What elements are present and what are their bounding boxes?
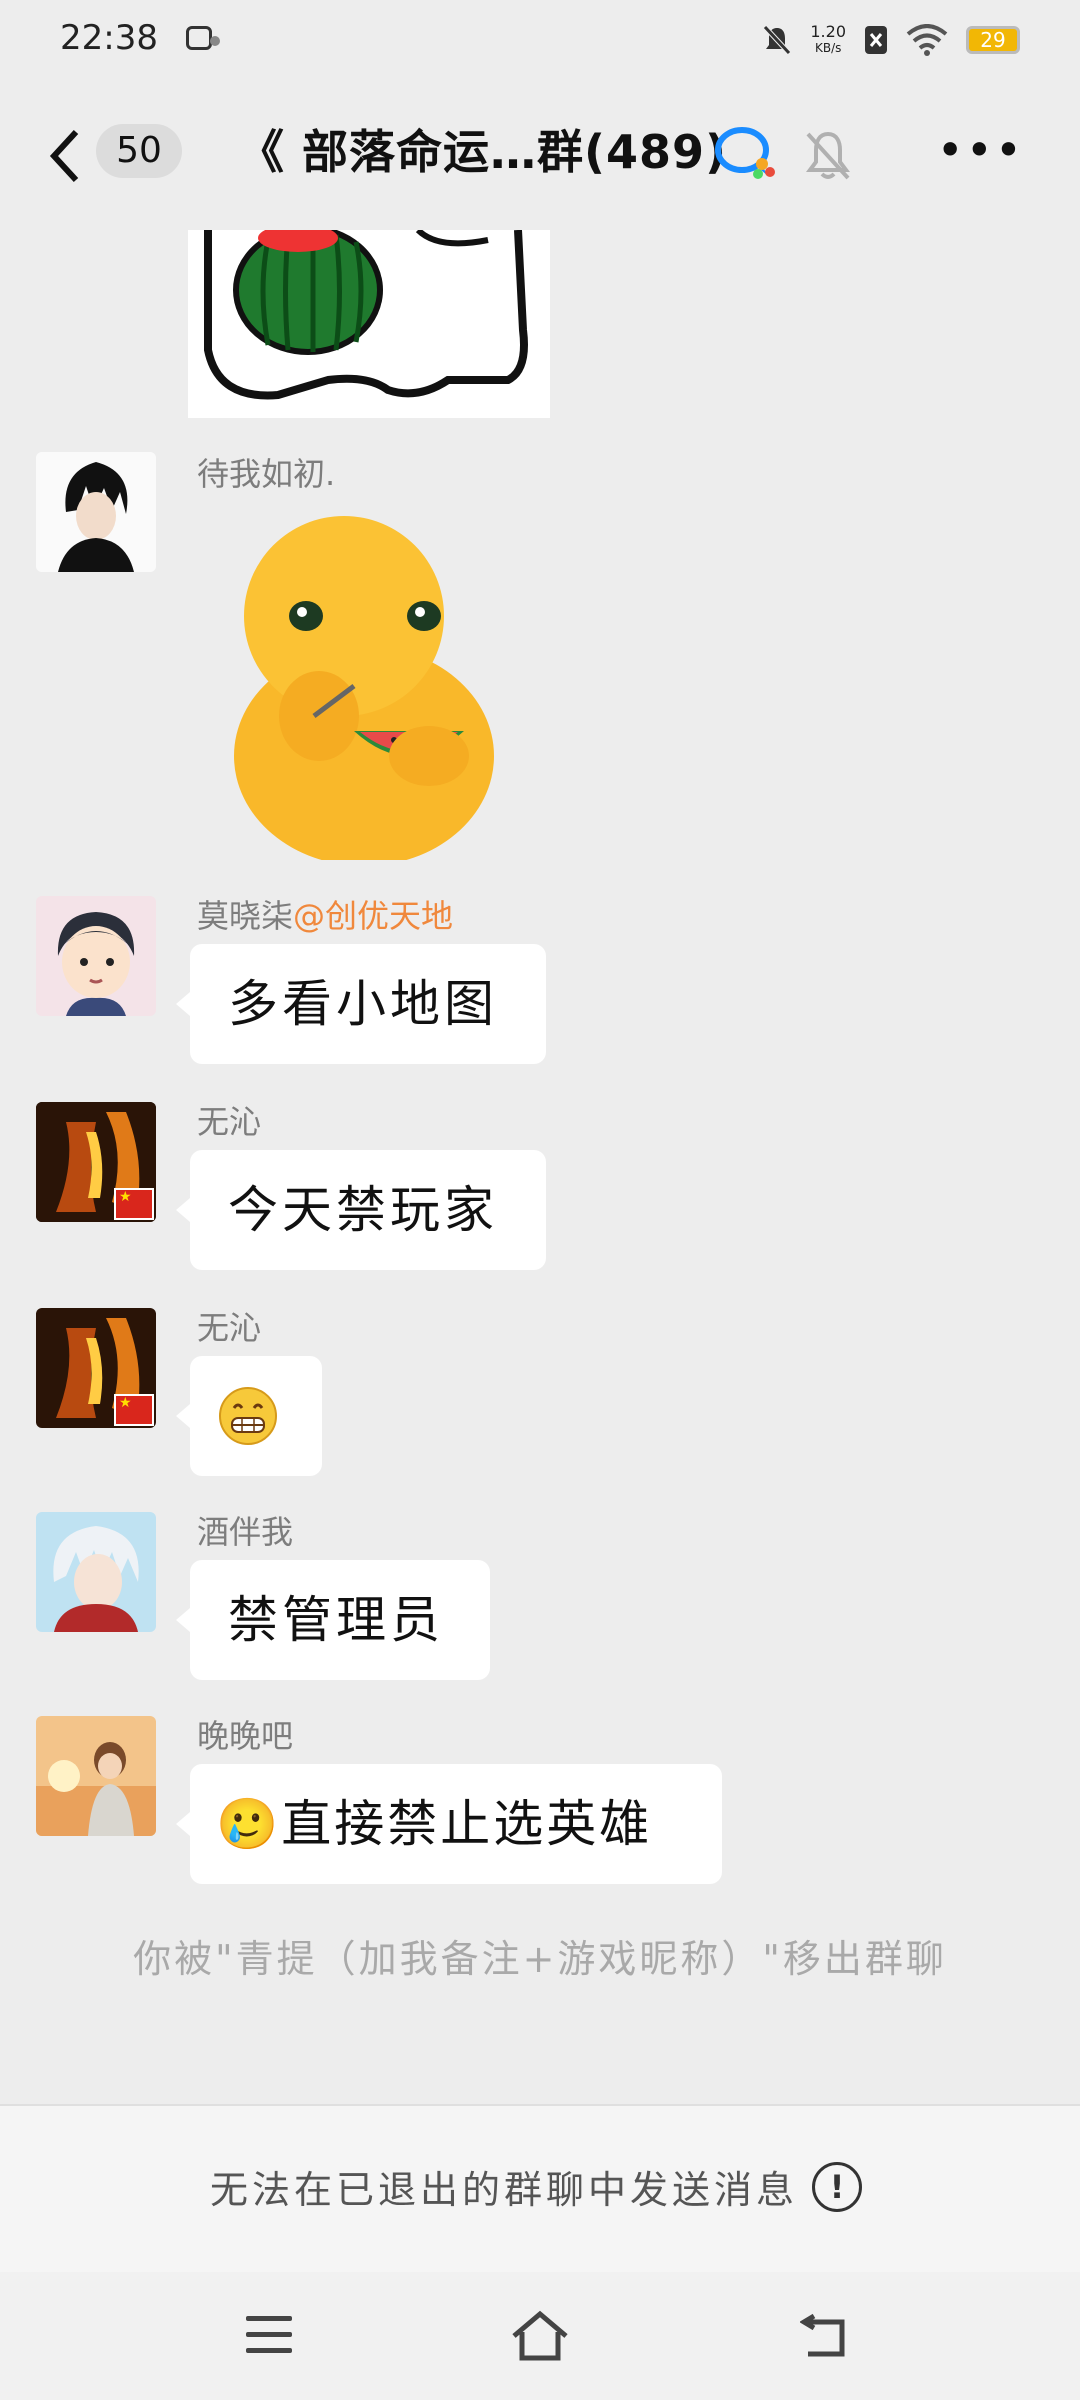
system-message: 你被"青提（加我备注+游戏昵称）"移出群聊 <box>133 1937 947 1981</box>
avatar[interactable] <box>36 896 156 1016</box>
status-icons: 1.20 KB/s 29 <box>762 20 1020 60</box>
chevron-left-icon[interactable] <box>46 126 86 186</box>
flag-badge-icon <box>114 1188 154 1220</box>
sender-name: 无沁 <box>197 1309 262 1347</box>
sender-name: 酒伴我 <box>197 1513 294 1551</box>
sender-name: 待我如初. <box>197 455 336 493</box>
alert-icon[interactable]: ! <box>812 2162 862 2212</box>
system-navigation-bar <box>0 2272 1080 2400</box>
group-chat-icon[interactable] <box>714 126 776 180</box>
sender-name: 无沁 <box>197 1103 262 1141</box>
avatar[interactable] <box>36 1308 156 1428</box>
sim-off-icon <box>865 26 887 54</box>
sender-name-text: 莫晓柒 <box>197 897 294 935</box>
white-hair-anime-avatar <box>36 1512 156 1632</box>
sender-name: 晚晚吧 <box>197 1717 294 1755</box>
sunset-boy-avatar <box>36 1716 156 1836</box>
home-icon[interactable] <box>510 2310 570 2362</box>
network-speed: 1.20 KB/s <box>810 24 846 56</box>
grin-emoji-icon <box>219 1387 277 1445</box>
unread-count-badge[interactable]: 50 <box>96 124 182 178</box>
watermelon-cartoon-sticker[interactable] <box>188 230 550 418</box>
emoji-bubble[interactable] <box>176 1356 322 1476</box>
black-hair-anime-boy-avatar <box>36 452 156 572</box>
mention-tag[interactable]: @创优天地 <box>293 897 453 935</box>
avatar[interactable] <box>36 452 156 572</box>
watermelon-cartoon-sticker-image <box>204 230 528 400</box>
menu-icon[interactable] <box>246 2316 292 2356</box>
group-title[interactable]: 《 部落命运…群(489) <box>238 120 727 184</box>
yellow-creature-eating-watermelon-sticker[interactable] <box>214 506 514 866</box>
more-horizontal-icon[interactable]: ••• <box>937 127 1024 173</box>
avatar[interactable] <box>36 1102 156 1222</box>
avatar[interactable] <box>36 1716 156 1836</box>
back-icon[interactable] <box>800 2312 850 2362</box>
net-speed-value: 1.20 <box>810 22 846 41</box>
exited-notice-bar: 无法在已退出的群聊中发送消息 ! <box>0 2104 1080 2274</box>
yellow-creature-sticker-image <box>234 516 494 866</box>
flag-badge-icon <box>114 1394 154 1426</box>
bell-off-icon[interactable] <box>800 128 856 182</box>
sender-name: 莫晓柒@创优天地 <box>197 896 453 936</box>
exited-notice-text: 无法在已退出的群聊中发送消息 <box>210 2168 799 2212</box>
chat-header: 50 《 部落命运…群(489) ••• <box>0 80 1080 230</box>
message-bubble[interactable]: 多看小地图 <box>176 944 546 1064</box>
wifi-icon <box>906 24 948 56</box>
cartoon-boy-avatar <box>36 896 156 1016</box>
app-notification-icon <box>186 26 212 50</box>
net-speed-unit: KB/s <box>814 41 842 55</box>
notification-dot-icon <box>210 36 220 46</box>
mute-bell-icon <box>763 25 792 55</box>
message-bubble[interactable]: 禁管理员 <box>176 1560 490 1680</box>
avatar[interactable] <box>36 1512 156 1632</box>
status-bar: 22:38 1.20 KB/s 29 <box>0 0 1080 80</box>
status-time: 22:38 <box>60 18 158 58</box>
message-bubble[interactable]: 🥲直接禁止选英雄 <box>176 1764 722 1884</box>
battery-icon: 29 <box>966 26 1020 54</box>
message-bubble[interactable]: 今天禁玩家 <box>176 1150 546 1270</box>
